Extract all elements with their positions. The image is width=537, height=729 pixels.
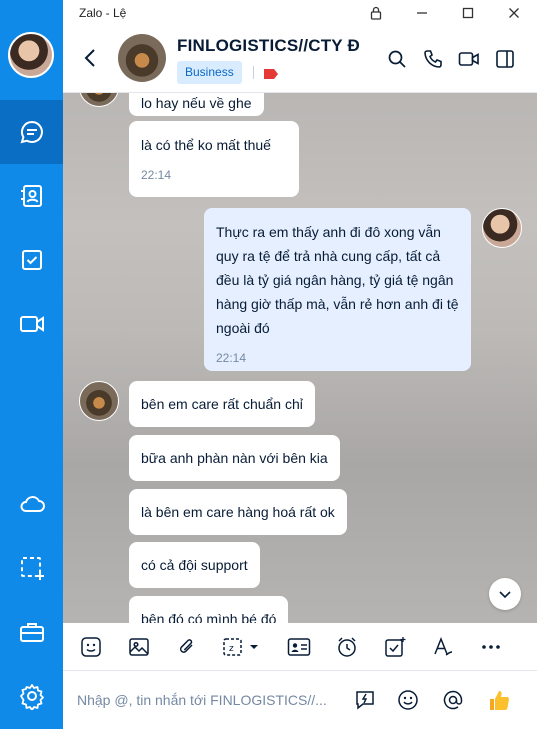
assign-task-button[interactable]: [383, 635, 407, 659]
minimize-button[interactable]: [399, 0, 445, 25]
video-call-icon: [458, 52, 479, 66]
tag-icon: [264, 69, 278, 79]
message-bubble[interactable]: là bên em care hàng hoá rất ok: [129, 489, 347, 535]
chat-header: FINLOGISTICS//CTY Đ Business: [63, 25, 537, 93]
screenshot-tool-button[interactable]: z: [221, 635, 261, 659]
minimize-icon: [417, 11, 427, 14]
message-time: 22:14: [216, 351, 247, 365]
close-icon: [509, 7, 519, 18]
header-divider: [253, 66, 254, 79]
lock-icon: [370, 6, 382, 20]
composer-toolbar: z: [63, 623, 537, 671]
sender-avatar[interactable]: [79, 93, 119, 107]
message-time: 22:14: [141, 168, 172, 182]
message-text: lo hay nếu về ghe: [141, 95, 252, 111]
message-bubble[interactable]: lo hay nếu về ghe: [129, 93, 264, 116]
my-message-avatar[interactable]: [482, 208, 522, 248]
svg-text:z: z: [229, 644, 234, 654]
task-icon: [385, 637, 406, 657]
nav-cloud[interactable]: [0, 472, 63, 536]
reminder-button[interactable]: [335, 635, 359, 659]
more-icon: [482, 645, 500, 649]
cloud-icon: [20, 496, 45, 512]
message-text: bữa anh phàn nàn với bên kia: [141, 450, 328, 466]
message-bubble[interactable]: Thực ra em thấy anh đi đô xong vẫn quy r…: [204, 208, 471, 371]
business-badge: Business: [177, 61, 242, 84]
message-text: Thực ra em thấy anh đi đô xong vẫn quy r…: [216, 224, 459, 336]
quick-message-button[interactable]: [353, 688, 377, 712]
nav-todo[interactable]: [0, 228, 63, 292]
my-avatar[interactable]: [8, 32, 54, 78]
title-bar: Zalo - Lệ: [63, 0, 537, 25]
left-nav: [0, 0, 63, 729]
settings-icon: [19, 684, 44, 710]
video-call-button[interactable]: [457, 47, 481, 71]
contact-card-button[interactable]: [287, 635, 311, 659]
send-like-button[interactable]: [487, 688, 511, 712]
chat-icon: [20, 120, 43, 144]
scroll-to-bottom-button[interactable]: [489, 578, 521, 610]
mention-icon: [443, 690, 463, 710]
chevron-left-icon: [84, 49, 95, 67]
nav-contacts[interactable]: [0, 164, 63, 228]
message-bubble[interactable]: bên em care rất chuẩn chỉ: [129, 381, 315, 427]
chevron-down-icon: [499, 591, 511, 599]
message-text: là bên em care hàng hoá rất ok: [141, 504, 335, 520]
screenshot-icon: z: [223, 638, 258, 656]
nav-settings[interactable]: [0, 664, 63, 728]
emoji-button[interactable]: [396, 688, 420, 712]
format-icon: [434, 636, 453, 656]
video-icon: [19, 316, 44, 332]
back-button[interactable]: [81, 47, 101, 74]
message-bubble[interactable]: là có thể ko mất thuế 22:14: [129, 121, 299, 197]
message-text: bên đó có mình bé đó: [141, 611, 277, 623]
message-text: có cả đội support: [141, 557, 248, 573]
search-icon: [388, 50, 406, 68]
message-text: bên em care rất chuẩn chỉ: [141, 396, 303, 412]
phone-icon: [424, 50, 442, 68]
emoji-icon: [398, 690, 418, 710]
message-text: là có thể ko mất thuế: [141, 137, 271, 153]
sidebar-toggle-icon: [496, 50, 514, 68]
message-composer: [63, 671, 537, 729]
sticker-button[interactable]: [79, 635, 103, 659]
call-button[interactable]: [421, 47, 445, 71]
search-button[interactable]: [385, 47, 409, 71]
image-button[interactable]: [127, 635, 151, 659]
screenshot-icon: [20, 557, 44, 580]
attach-file-button[interactable]: [175, 635, 199, 659]
lock-button[interactable]: [353, 0, 399, 25]
reminder-icon: [338, 637, 356, 657]
sender-avatar[interactable]: [79, 381, 119, 421]
group-avatar[interactable]: [118, 34, 166, 82]
message-bubble[interactable]: bên đó có mình bé đó: [129, 596, 289, 623]
nav-video[interactable]: [0, 292, 63, 356]
sticker-icon: [81, 637, 101, 657]
more-options-button[interactable]: [479, 635, 503, 659]
window-title: Zalo - Lệ: [79, 5, 127, 20]
nav-screenshot[interactable]: [0, 536, 63, 600]
attachment-icon: [179, 639, 193, 653]
message-bubble[interactable]: bữa anh phàn nàn với bên kia: [129, 435, 340, 481]
maximize-button[interactable]: [445, 0, 491, 25]
text-format-button[interactable]: [431, 635, 455, 659]
todo-icon: [21, 250, 42, 270]
message-bubble[interactable]: có cả đội support: [129, 542, 260, 588]
image-icon: [129, 638, 149, 656]
contacts-icon: [20, 185, 42, 207]
maximize-icon: [462, 7, 474, 18]
nav-toolbox[interactable]: [0, 600, 63, 664]
label-tag-button[interactable]: [263, 67, 279, 85]
quick-message-icon: [356, 691, 374, 710]
nav-messages[interactable]: [0, 100, 63, 164]
contact-card-icon: [287, 638, 311, 656]
conversation-info-button[interactable]: [493, 47, 517, 71]
message-list[interactable]: lo hay nếu về ghe là có thể ko mất thuế …: [63, 93, 537, 623]
message-input[interactable]: [77, 687, 347, 713]
mention-button[interactable]: [441, 688, 465, 712]
toolbox-icon: [19, 623, 44, 642]
like-icon: [490, 691, 510, 711]
close-button[interactable]: [491, 0, 537, 25]
group-name[interactable]: FINLOGISTICS//CTY Đ: [177, 36, 360, 56]
